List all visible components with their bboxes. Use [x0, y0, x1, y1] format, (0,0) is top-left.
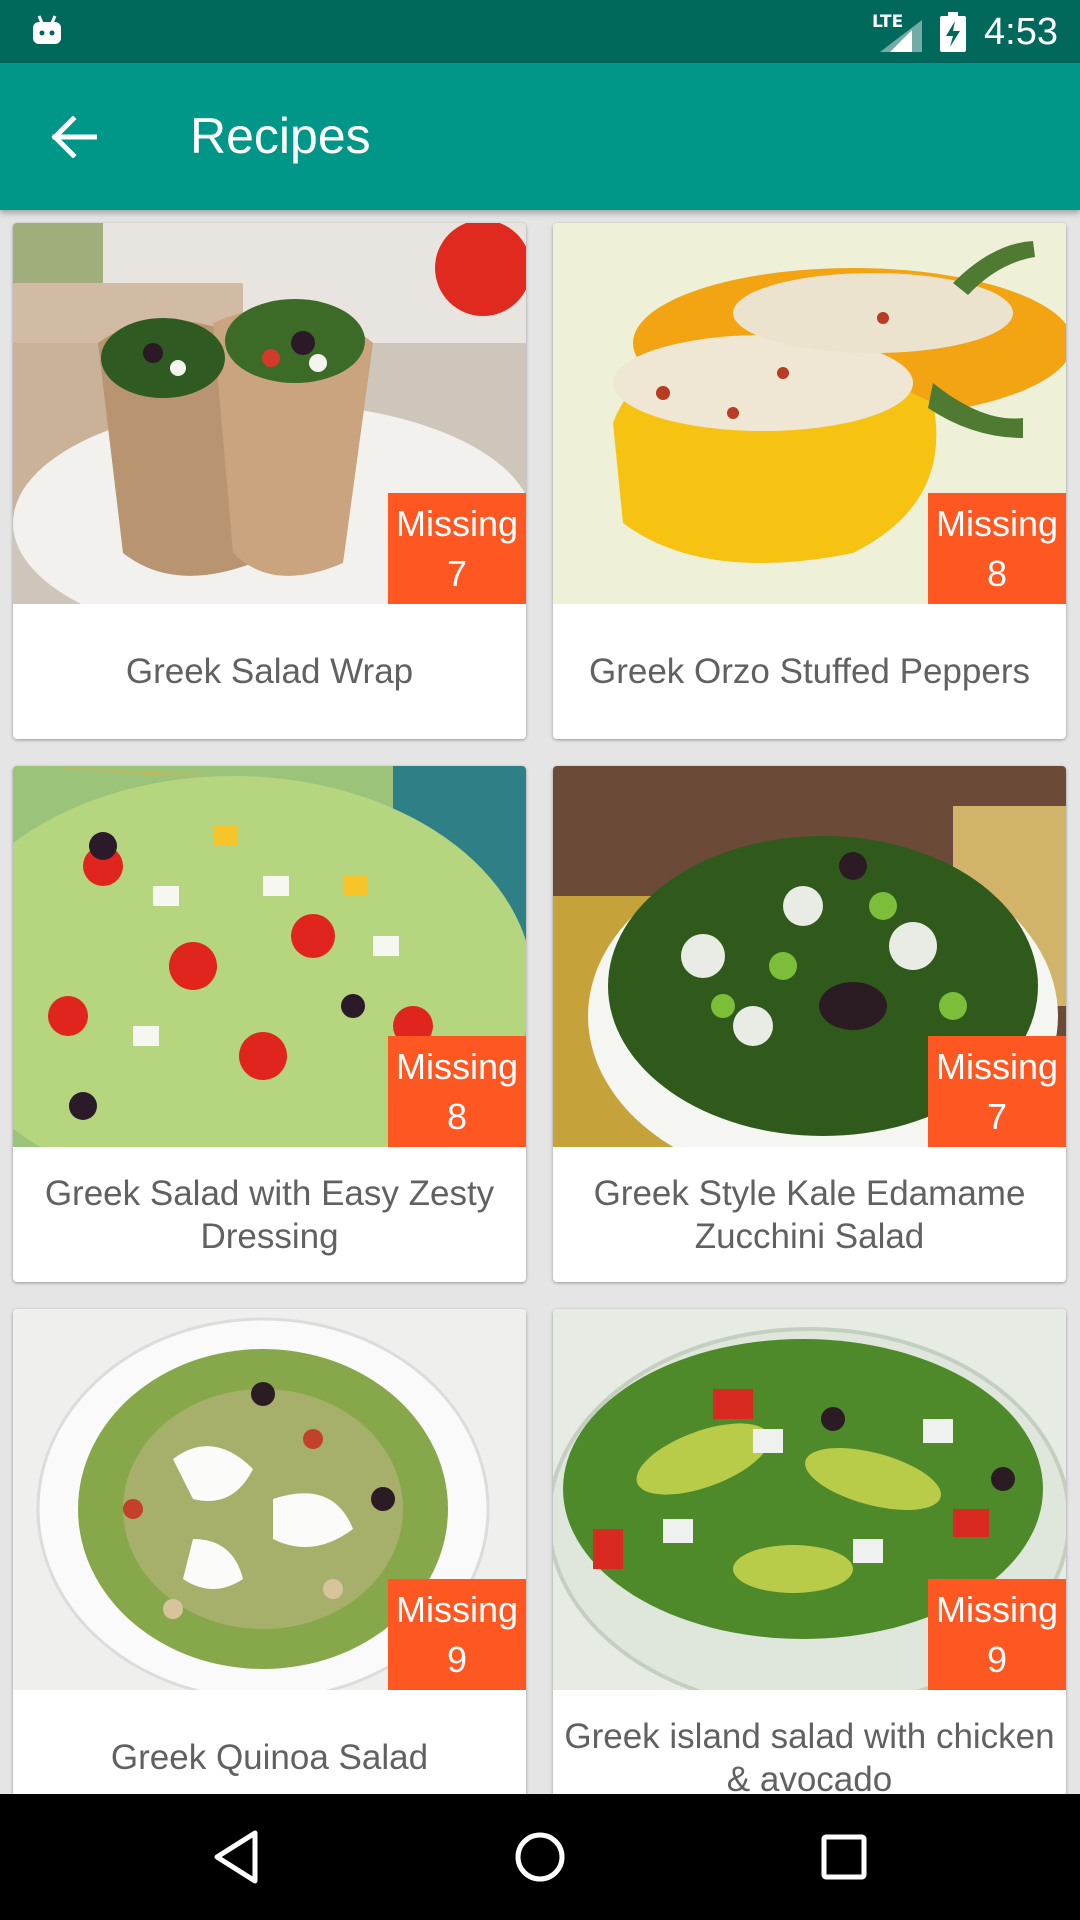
missing-label: Missing: [935, 503, 1059, 544]
triangle-back-icon: [214, 1830, 258, 1884]
back-button[interactable]: [40, 103, 108, 171]
missing-count: 9: [446, 1639, 468, 1680]
recipe-card[interactable]: Missing 9 Greek Quinoa Salad: [13, 1309, 526, 1794]
missing-badge: Missing 8: [388, 1036, 526, 1147]
missing-count: 7: [446, 553, 468, 594]
missing-badge: Missing 9: [388, 1579, 526, 1690]
missing-badge: Missing 7: [388, 493, 526, 604]
recipe-name: Greek Orzo Stuffed Peppers: [589, 652, 1030, 691]
recipe-card[interactable]: Missing 8 Greek Salad with Easy Zesty Dr…: [13, 766, 526, 1282]
nav-home-button[interactable]: [500, 1817, 580, 1897]
missing-badge: Missing 9: [928, 1579, 1066, 1690]
recipe-name: Greek Quinoa Salad: [110, 1738, 429, 1777]
arrow-left-icon: [51, 116, 97, 158]
recipe-name: Greek island salad with chicken & avocad…: [564, 1716, 1055, 1795]
recipe-name: Greek Salad with Easy Zesty Dressing: [44, 1173, 495, 1256]
missing-label: Missing: [935, 1589, 1059, 1630]
recipe-card[interactable]: Missing 8 Greek Orzo Stuffed Peppers: [553, 223, 1066, 739]
page-title: Recipes: [190, 108, 371, 164]
circle-home-icon: [515, 1832, 565, 1882]
recipe-name: Greek Salad Wrap: [125, 652, 414, 691]
missing-label: Missing: [395, 1589, 519, 1630]
missing-label: Missing: [395, 503, 519, 544]
clock: 4:53: [984, 10, 1058, 53]
android-debug-icon: [33, 15, 61, 44]
battery-charging-icon: [940, 12, 967, 52]
nav-back-button[interactable]: [196, 1817, 276, 1897]
missing-count: 8: [986, 553, 1008, 594]
signal-icon: LTE: [872, 12, 923, 52]
missing-count: 9: [986, 1639, 1008, 1680]
recipe-card[interactable]: Missing 7 Greek Salad Wrap: [13, 223, 526, 739]
recipe-name: Greek Style Kale Edamame Zucchini Salad: [593, 1173, 1026, 1256]
missing-count: 8: [446, 1096, 468, 1137]
missing-label: Missing: [935, 1046, 1059, 1087]
status-bar: LTE 4:53: [0, 0, 1080, 63]
recipe-grid[interactable]: Missing 7 Greek Salad Wrap Missing 8 Gre…: [0, 210, 1080, 1794]
app-toolbar: Recipes: [0, 63, 1080, 210]
missing-badge: Missing 7: [928, 1036, 1066, 1147]
square-recents-icon: [821, 1834, 867, 1880]
recipe-card[interactable]: Missing 9 Greek island salad with chicke…: [553, 1309, 1066, 1794]
missing-count: 7: [986, 1096, 1008, 1137]
nav-recents-button[interactable]: [804, 1817, 884, 1897]
system-nav-bar: [0, 1794, 1080, 1920]
recipe-card[interactable]: Missing 7 Greek Style Kale Edamame Zucch…: [553, 766, 1066, 1282]
missing-label: Missing: [395, 1046, 519, 1087]
missing-badge: Missing 8: [928, 493, 1066, 604]
